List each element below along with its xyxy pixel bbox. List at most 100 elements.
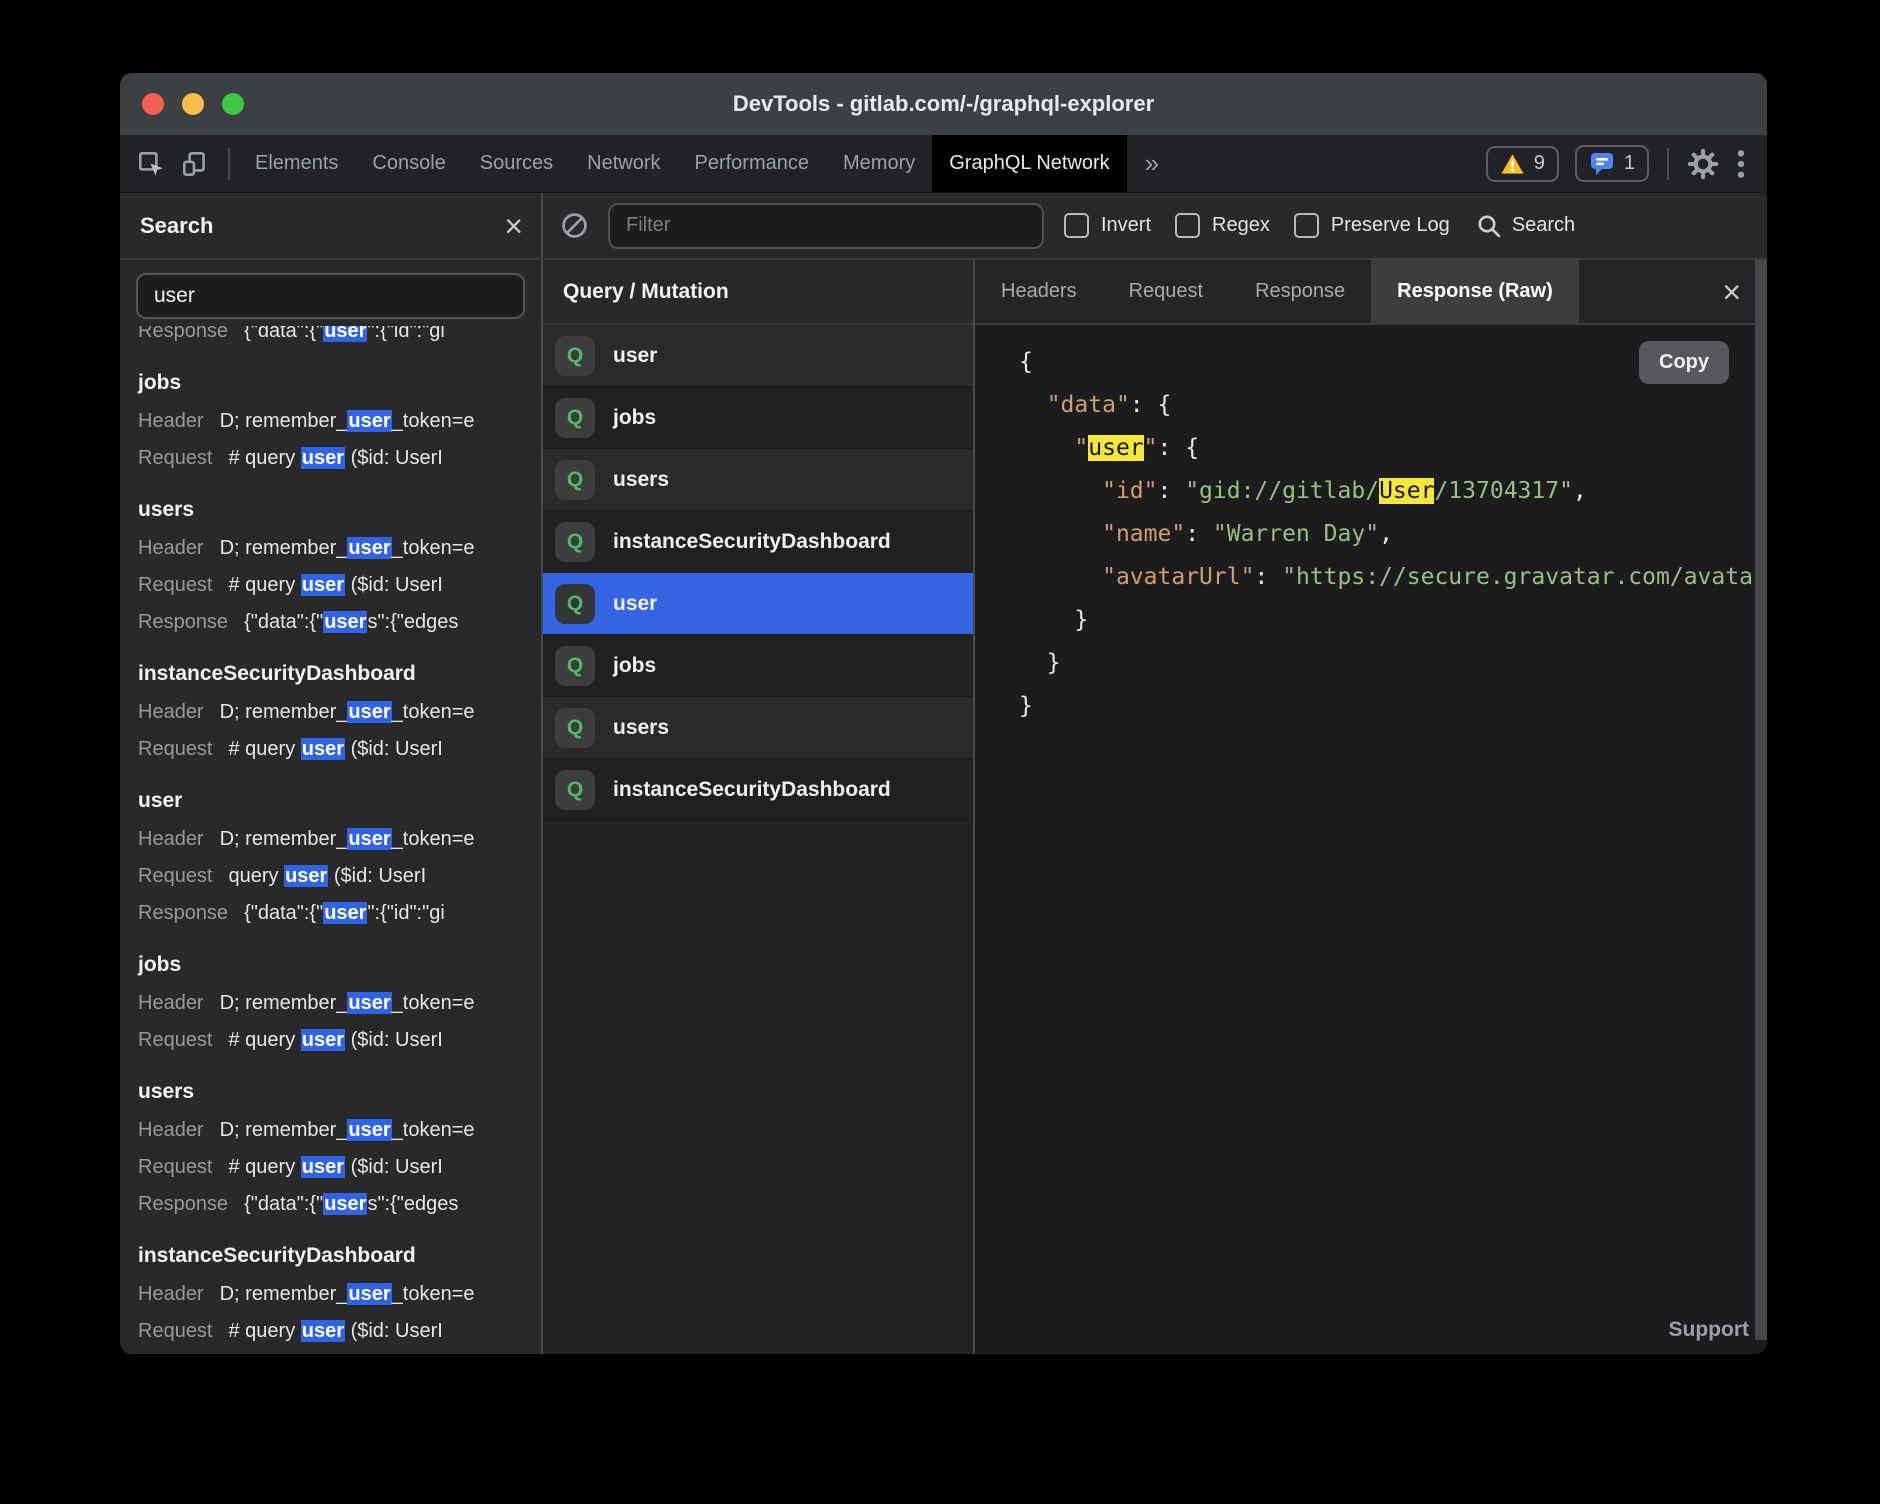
filter-input[interactable] xyxy=(608,203,1044,249)
search-result-line[interactable]: Request# query user ($id: UserI xyxy=(138,1149,541,1186)
search-match-highlight: user xyxy=(347,992,391,1014)
tool-row: Search × Invert Regex Preserve Log xyxy=(120,193,1767,260)
search-result-line[interactable]: HeaderD; remember_user_token=e xyxy=(138,530,541,567)
checkbox-regex[interactable]: Regex xyxy=(1175,213,1270,238)
detail-panel: HeadersRequestResponseResponse (Raw) × { … xyxy=(975,260,1767,1354)
search-result-line[interactable]: HeaderD; remember_user_token=e xyxy=(138,694,541,731)
search-results-list[interactable]: Response{"data":{"user":{"id":"gijobsHea… xyxy=(120,326,541,1354)
warnings-badge[interactable]: 9 xyxy=(1486,146,1559,182)
query-row-jobs[interactable]: Qjobs xyxy=(543,635,973,697)
tab-console[interactable]: Console xyxy=(355,135,462,192)
search-result-line[interactable]: Request# query user ($id: UserI xyxy=(138,1313,541,1350)
json-code-line: "avatarUrl": "https://secure.gravatar.co… xyxy=(1019,556,1767,599)
search-match-highlight: user xyxy=(301,447,345,469)
result-line-label: Request xyxy=(138,1029,213,1051)
json-code-line: "data": { xyxy=(1019,384,1767,427)
checkbox-box-regex[interactable] xyxy=(1175,213,1200,238)
tab-network[interactable]: Network xyxy=(570,135,677,192)
screen-background: DevTools - gitlab.com/-/graphql-explorer xyxy=(0,0,1880,1504)
search-match-highlight: user xyxy=(347,410,391,432)
result-line-label: Header xyxy=(138,537,204,559)
device-toolbar-icon[interactable] xyxy=(180,149,210,179)
query-row-instancesecuritydashboard[interactable]: QinstanceSecurityDashboard xyxy=(543,759,973,821)
search-result-line[interactable]: Request# query user ($id: UserI xyxy=(138,440,541,477)
more-tabs-chevron-icon[interactable]: » xyxy=(1127,135,1177,192)
zoom-window-button[interactable] xyxy=(222,93,244,115)
json-code-line: } xyxy=(1019,599,1767,642)
search-match-highlight: user xyxy=(284,865,328,887)
traffic-lights xyxy=(142,93,244,115)
devtools-window: DevTools - gitlab.com/-/graphql-explorer xyxy=(120,73,1767,1354)
search-result-line[interactable]: HeaderD; remember_user_token=e xyxy=(138,821,541,858)
json-response-code: { "data": { "user": { "id": "gid://gitla… xyxy=(975,325,1767,728)
search-result-line[interactable]: Requestquery user ($id: UserI xyxy=(138,858,541,895)
search-input[interactable] xyxy=(136,273,525,319)
close-detail-icon[interactable]: × xyxy=(1722,276,1741,308)
settings-gear-icon[interactable] xyxy=(1687,148,1719,180)
search-result-line[interactable]: HeaderD; remember_user_token=e xyxy=(138,1112,541,1149)
checkbox-box-invert[interactable] xyxy=(1064,213,1089,238)
search-result-line[interactable]: HeaderD; remember_user_token=e xyxy=(138,985,541,1022)
query-row-user[interactable]: Quser xyxy=(543,573,973,635)
query-row-label: users xyxy=(613,468,669,492)
minimize-window-button[interactable] xyxy=(182,93,204,115)
tab-performance[interactable]: Performance xyxy=(678,135,827,192)
tab-graphql-network[interactable]: GraphQL Network xyxy=(932,135,1126,192)
detail-tab-response-raw[interactable]: Response (Raw) xyxy=(1371,260,1579,323)
query-list-panel: Query / Mutation QuserQjobsQusersQinstan… xyxy=(543,260,975,1354)
search-result-line[interactable]: Request# query user ($id: UserI xyxy=(138,567,541,604)
search-result-group-title: user xyxy=(138,781,541,821)
tab-memory[interactable]: Memory xyxy=(826,135,932,192)
query-row-jobs[interactable]: Qjobs xyxy=(543,387,973,449)
result-line-label: Request xyxy=(138,1156,213,1178)
search-result-group-title: instanceSecurityDashboard xyxy=(138,654,541,694)
query-row-label: users xyxy=(613,716,669,740)
search-match-highlight: user xyxy=(347,537,391,559)
result-line-label: Response xyxy=(138,902,228,924)
main-content: Response{"data":{"user":{"id":"gijobsHea… xyxy=(120,260,1767,1354)
search-result-line[interactable]: Request# query user ($id: UserI xyxy=(138,1022,541,1059)
search-match-highlight: user xyxy=(347,1119,391,1141)
issues-badge[interactable]: 1 xyxy=(1575,145,1649,182)
warning-icon xyxy=(1500,152,1525,176)
search-match-highlight: user xyxy=(301,1156,345,1178)
network-search-button[interactable]: Search xyxy=(1476,213,1575,239)
query-row-users[interactable]: Qusers xyxy=(543,449,973,511)
result-line-label: Request xyxy=(138,865,213,887)
search-result-line[interactable]: Response{"data":{"user":{"id":"gi xyxy=(138,326,541,350)
copy-button[interactable]: Copy xyxy=(1639,341,1729,384)
search-result-line[interactable]: Response{"data":{"users":{"edges xyxy=(138,604,541,641)
search-match-highlight: user xyxy=(323,326,367,342)
query-type-badge: Q xyxy=(555,646,595,686)
main-tabs: ElementsConsoleSourcesNetworkPerformance… xyxy=(238,135,1127,192)
close-window-button[interactable] xyxy=(142,93,164,115)
query-row-label: jobs xyxy=(613,406,656,430)
tab-elements[interactable]: Elements xyxy=(238,135,355,192)
support-link[interactable]: Support xyxy=(1669,1318,1749,1342)
query-type-badge: Q xyxy=(555,770,595,810)
search-result-group-title: jobs xyxy=(138,363,541,403)
detail-tab-headers[interactable]: Headers xyxy=(975,260,1103,323)
close-search-panel-icon[interactable]: × xyxy=(504,210,523,242)
detail-tab-request[interactable]: Request xyxy=(1103,260,1230,323)
result-line-label: Header xyxy=(138,410,204,432)
tab-sources[interactable]: Sources xyxy=(463,135,570,192)
json-code-line: } xyxy=(1019,685,1767,728)
detail-tab-response[interactable]: Response xyxy=(1229,260,1371,323)
search-result-line[interactable]: HeaderD; remember_user_token=e xyxy=(138,1276,541,1313)
more-options-icon[interactable] xyxy=(1735,148,1747,180)
inspect-element-icon[interactable] xyxy=(136,149,166,179)
clear-block-icon[interactable] xyxy=(561,212,588,239)
checkbox-preserve-log[interactable]: Preserve Log xyxy=(1294,213,1450,238)
vertical-scrollbar[interactable] xyxy=(1755,260,1767,1340)
search-result-line[interactable]: HeaderD; remember_user_token=e xyxy=(138,403,541,440)
checkbox-invert[interactable]: Invert xyxy=(1064,213,1151,238)
search-result-line[interactable]: Response{"data":{"users":{"edges xyxy=(138,1186,541,1223)
query-row-user[interactable]: Quser xyxy=(543,325,973,387)
search-result-line[interactable]: Request# query user ($id: UserI xyxy=(138,731,541,768)
query-row-users[interactable]: Qusers xyxy=(543,697,973,759)
checkbox-box-preserve-log[interactable] xyxy=(1294,213,1319,238)
query-row-instancesecuritydashboard[interactable]: QinstanceSecurityDashboard xyxy=(543,511,973,573)
search-result-line[interactable]: Response{"data":{"user":{"id":"gi xyxy=(138,895,541,932)
titlebar: DevTools - gitlab.com/-/graphql-explorer xyxy=(120,73,1767,135)
